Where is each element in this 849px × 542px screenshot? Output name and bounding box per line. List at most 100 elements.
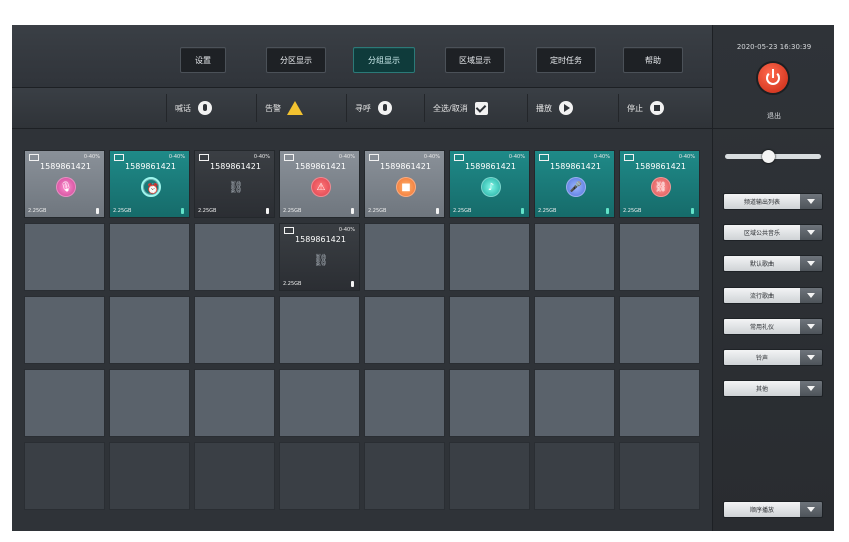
chevron-down-icon[interactable] — [800, 225, 822, 240]
menu-label: 区域公共音乐 — [724, 225, 800, 240]
tab-label: 分区显示 — [280, 55, 312, 65]
select-all-button[interactable]: 全选/取消 — [424, 94, 498, 122]
tab-label: 设置 — [195, 55, 211, 65]
empty-grid-cell[interactable] — [364, 369, 445, 437]
empty-grid-cell[interactable] — [449, 369, 530, 437]
storage-capacity: 2.25GB — [368, 208, 387, 214]
volume-percent: 0-40% — [508, 154, 525, 160]
empty-grid-cell[interactable] — [364, 223, 445, 291]
device-card[interactable]: 0-40% 1589861421 🎤 2.25GB — [534, 150, 615, 218]
chevron-down-icon[interactable] — [800, 288, 822, 303]
empty-grid-cell[interactable] — [364, 442, 445, 510]
empty-grid-cell[interactable] — [449, 296, 530, 364]
page-button[interactable]: 寻呼 — [346, 94, 401, 122]
talk-button[interactable]: 喊话 — [166, 94, 221, 122]
tab-settings[interactable]: 设置 — [180, 47, 226, 73]
menu-area-public-music[interactable]: 区域公共音乐 — [723, 224, 823, 241]
volume-percent: 0-40% — [338, 154, 355, 160]
chevron-down-icon[interactable] — [800, 256, 822, 271]
chevron-down-icon[interactable] — [800, 319, 822, 334]
menu-default-songs[interactable]: 默认歌曲 — [723, 255, 823, 272]
battery-icon — [691, 208, 694, 214]
storage-capacity: 2.25GB — [113, 208, 132, 214]
empty-grid-cell[interactable] — [109, 223, 190, 291]
status-badge: 🎤 — [566, 177, 586, 197]
tab-area-display[interactable]: 区域显示 — [445, 47, 505, 73]
empty-grid-cell[interactable] — [619, 223, 700, 291]
empty-grid-cell[interactable] — [364, 296, 445, 364]
empty-grid-cell[interactable] — [279, 442, 360, 510]
menu-label: 其他 — [724, 381, 800, 396]
volume-percent: 0-40% — [593, 154, 610, 160]
pager-icon — [377, 100, 393, 116]
stop-button[interactable]: 停止 — [618, 94, 673, 122]
menu-ringtones[interactable]: 铃声 — [723, 349, 823, 366]
tab-label: 定时任务 — [550, 55, 582, 65]
chevron-down-icon[interactable] — [800, 502, 822, 517]
right-panel: 2020-05-23 16:30:39 退出 频道输出列表 区域公共音乐 默认歌… — [712, 25, 834, 531]
device-card[interactable]: 0-40% 1589861421 ⚠ 2.25GB — [279, 150, 360, 218]
chevron-down-icon[interactable] — [800, 381, 822, 396]
empty-grid-cell[interactable] — [279, 369, 360, 437]
volume-slider[interactable] — [725, 150, 821, 163]
empty-grid-cell[interactable] — [24, 442, 105, 510]
chevron-down-icon[interactable] — [800, 194, 822, 209]
top-tab-bar: 设置 分区显示 分组显示 区域显示 定时任务 帮助 — [12, 25, 712, 88]
empty-grid-cell[interactable] — [619, 442, 700, 510]
device-card[interactable]: 0-40% 1589861421 ⛓ 2.25GB — [619, 150, 700, 218]
empty-grid-cell[interactable] — [619, 369, 700, 437]
tab-partition-display[interactable]: 分区显示 — [266, 47, 326, 73]
chevron-down-icon[interactable] — [800, 350, 822, 365]
menu-other[interactable]: 其他 — [723, 380, 823, 397]
menu-pop-songs[interactable]: 流行歌曲 — [723, 287, 823, 304]
battery-icon — [521, 208, 524, 214]
empty-grid-cell[interactable] — [619, 296, 700, 364]
device-number: 1589861421 — [40, 162, 91, 171]
power-button[interactable] — [758, 63, 788, 93]
microphone-icon: 🎤 — [569, 181, 583, 193]
menu-common-etiquette[interactable]: 常用礼仪 — [723, 318, 823, 335]
tab-scheduled-tasks[interactable]: 定时任务 — [536, 47, 596, 73]
device-icon — [454, 154, 464, 161]
empty-grid-cell[interactable] — [279, 296, 360, 364]
device-card[interactable]: 0-40% 1589861421 ⏰ 2.25GB — [109, 150, 190, 218]
empty-grid-cell[interactable] — [24, 369, 105, 437]
sequential-play-button[interactable]: 顺序播放 — [723, 501, 823, 518]
volume-slider-knob[interactable] — [762, 150, 775, 163]
device-card[interactable]: 0-40% 1589861421 ■ 2.25GB — [364, 150, 445, 218]
empty-grid-cell[interactable] — [194, 296, 275, 364]
empty-grid-cell[interactable] — [449, 442, 530, 510]
status-badge: ■ — [396, 177, 416, 197]
empty-grid-cell[interactable] — [109, 369, 190, 437]
empty-grid-cell[interactable] — [194, 223, 275, 291]
play-label: 播放 — [536, 103, 552, 113]
device-card[interactable]: 0-40% 1589861421 🎙 2.25GB — [24, 150, 105, 218]
storage-capacity: 2.25GB — [623, 208, 642, 214]
play-button[interactable]: 播放 — [527, 94, 582, 122]
device-card[interactable]: 0-40% 1589861421 ♪ 2.25GB — [449, 150, 530, 218]
tab-group-display[interactable]: 分组显示 — [353, 47, 415, 73]
empty-grid-cell[interactable] — [194, 369, 275, 437]
device-number: 1589861421 — [125, 162, 176, 171]
alarm-button[interactable]: 告警 — [256, 94, 311, 122]
tab-help[interactable]: 帮助 — [623, 47, 683, 73]
empty-grid-cell[interactable] — [109, 296, 190, 364]
volume-percent: 0-40% — [253, 154, 270, 160]
empty-grid-cell[interactable] — [109, 442, 190, 510]
storage-capacity: 2.25GB — [453, 208, 472, 214]
empty-grid-cell[interactable] — [534, 296, 615, 364]
empty-grid-cell[interactable] — [24, 296, 105, 364]
exit-label: 退出 — [767, 112, 781, 120]
device-number: 1589861421 — [210, 162, 261, 171]
empty-grid-cell[interactable] — [534, 223, 615, 291]
checkbox-icon — [474, 100, 490, 116]
empty-grid-cell[interactable] — [534, 442, 615, 510]
empty-grid-cell[interactable] — [534, 369, 615, 437]
empty-grid-cell[interactable] — [194, 442, 275, 510]
device-card[interactable]: 0-40% 1589861421 ⛓ 2.25GB — [194, 150, 275, 218]
empty-grid-cell[interactable] — [449, 223, 530, 291]
link-icon: ⛓ — [313, 253, 329, 267]
menu-channel-output-list[interactable]: 频道输出列表 — [723, 193, 823, 210]
device-card[interactable]: 0-40% 1589861421 ⛓ 2.25GB — [279, 223, 360, 291]
empty-grid-cell[interactable] — [24, 223, 105, 291]
